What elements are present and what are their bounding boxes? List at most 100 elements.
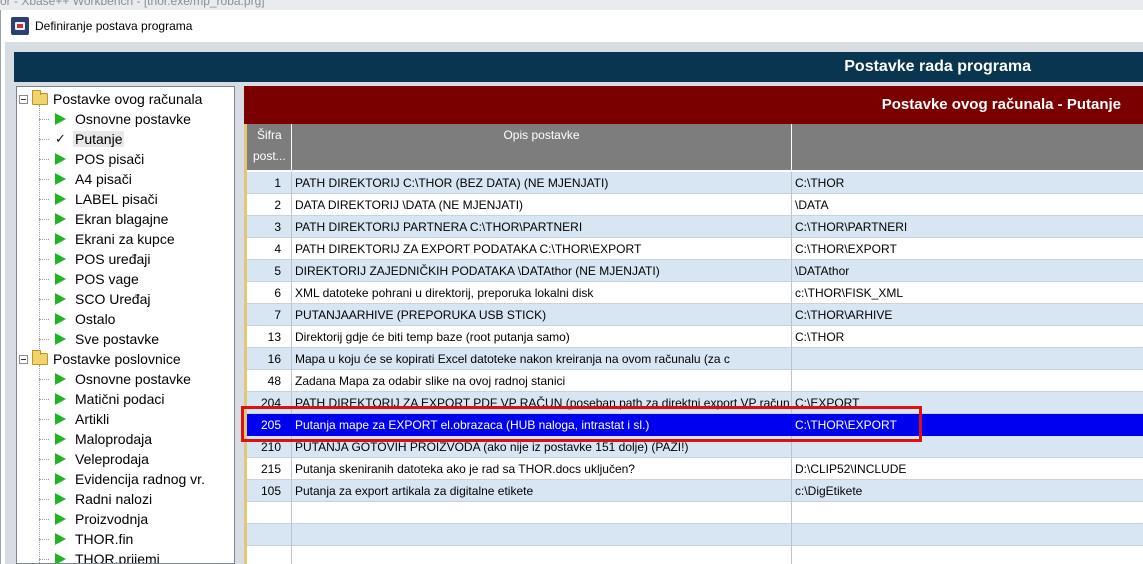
row-code-cell[interactable]: 13 xyxy=(247,326,292,348)
tree-item[interactable]: POS pisači xyxy=(55,149,146,169)
row-code-cell[interactable]: 1 xyxy=(247,172,292,194)
empty-cell[interactable] xyxy=(247,502,292,524)
row-description-cell[interactable]: PATH DIREKTORIJ ZA EXPORT PODATAKA C:\TH… xyxy=(292,238,792,260)
table-row[interactable]: 3 PATH DIREKTORIJ PARTNERA C:\THOR\PARTNE… xyxy=(247,216,1143,238)
row-description-cell[interactable]: PATH DIREKTORIJ C:\THOR (BEZ DATA) (NE M… xyxy=(292,172,792,194)
table-row[interactable]: 1 PATH DIREKTORIJ C:\THOR (BEZ DATA) (NE … xyxy=(247,172,1143,194)
row-value-cell[interactable] xyxy=(792,348,1143,370)
row-code-cell[interactable]: 204 xyxy=(247,392,292,414)
tree-item[interactable]: POS uređaji xyxy=(55,249,152,269)
tree-item[interactable]: A4 pisači xyxy=(55,169,134,189)
row-description-cell[interactable]: Direktorij gdje će biti temp baze (root … xyxy=(292,326,792,348)
row-code-cell[interactable]: 6 xyxy=(247,282,292,304)
row-value-cell[interactable] xyxy=(792,370,1143,392)
row-code-cell[interactable]: 210 xyxy=(247,436,292,458)
row-description-cell[interactable]: Mapa u koju će se kopirati Excel datotek… xyxy=(292,348,792,370)
table-row-empty[interactable] xyxy=(247,546,1143,564)
row-value-cell[interactable] xyxy=(792,436,1143,458)
row-description-cell[interactable]: DATA DIREKTORIJ \DATA (NE MJENJATI) xyxy=(292,194,792,216)
collapse-toggle-icon[interactable] xyxy=(19,94,28,104)
tree-item[interactable]: SCO Uređaj xyxy=(55,289,152,309)
empty-cell[interactable] xyxy=(792,502,1143,524)
tree-item[interactable]: Sve postavke xyxy=(55,329,161,349)
row-description-cell[interactable]: PUTANJAARHIVE (PREPORUKA USB STICK) xyxy=(292,304,792,326)
tree-item[interactable]: Proizvodnja xyxy=(55,509,150,529)
tree-item[interactable]: THOR.prijemi xyxy=(55,549,162,563)
row-value-cell[interactable]: c:\THOR\FISK_XML xyxy=(792,282,1143,304)
tree-item[interactable]: Matični podaci xyxy=(55,389,167,409)
tree-item[interactable]: Osnovne postavke xyxy=(55,369,193,389)
row-value-cell[interactable]: C:\THOR\ARHIVE xyxy=(792,304,1143,326)
tree-item[interactable]: Ekrani za kupce xyxy=(55,229,177,249)
row-value-cell[interactable]: c:\DigEtikete xyxy=(792,480,1143,502)
row-description-cell[interactable]: Putanja za export artikala za digitalne … xyxy=(292,480,792,502)
row-code-cell[interactable]: 4 xyxy=(247,238,292,260)
tree-item[interactable]: Ekran blagajne xyxy=(55,209,170,229)
window-titlebar[interactable]: Definiranje postava programa xyxy=(1,10,1143,42)
settings-table[interactable]: Šifra post... Opis postavke 1 PATH DIREKT… xyxy=(244,124,1143,564)
table-row[interactable]: 13 Direktorij gdje će biti temp baze (roo… xyxy=(247,326,1143,348)
empty-cell[interactable] xyxy=(792,524,1143,546)
table-row-selected[interactable]: 205 Putanja mape za EXPORT el.obrazaca (H… xyxy=(247,414,1143,436)
tree-item[interactable]: Radni nalozi xyxy=(55,489,154,509)
row-code-cell[interactable]: 205 xyxy=(247,414,292,436)
table-row[interactable]: 5 DIREKTORIJ ZAJEDNIČKIH PODATAKA \DATAth… xyxy=(247,260,1143,282)
row-description-cell[interactable]: PUTANJA GOTOVIH PROIZVODA (ako nije iz p… xyxy=(292,436,792,458)
settings-tree[interactable]: Postavke ovog računala Osnovne postavke ✓ P… xyxy=(16,86,235,564)
row-description-cell[interactable]: XML datoteke pohrani u direktorij, prepo… xyxy=(292,282,792,304)
row-code-cell[interactable]: 2 xyxy=(247,194,292,216)
row-description-cell[interactable]: Zadana Mapa za odabir slike na ovoj radn… xyxy=(292,370,792,392)
empty-cell[interactable] xyxy=(247,546,292,564)
empty-cell[interactable] xyxy=(292,546,792,564)
empty-cell[interactable] xyxy=(247,524,292,546)
row-description-cell[interactable]: DIREKTORIJ ZAJEDNIČKIH PODATAKA \DATAtho… xyxy=(292,260,792,282)
row-value-cell[interactable]: C:\THOR xyxy=(792,172,1143,194)
row-code-cell[interactable]: 215 xyxy=(247,458,292,480)
tree-item[interactable]: Osnovne postavke xyxy=(55,109,193,129)
table-row[interactable]: 4 PATH DIREKTORIJ ZA EXPORT PODATAKA C:\T… xyxy=(247,238,1143,260)
row-description-cell[interactable]: PATH DIREKTORIJ PARTNERA C:\THOR\PARTNER… xyxy=(292,216,792,238)
table-row-empty[interactable] xyxy=(247,502,1143,524)
table-row[interactable]: 16 Mapa u koju će se kopirati Excel datot… xyxy=(247,348,1143,370)
collapse-toggle-icon[interactable] xyxy=(19,354,28,364)
table-row[interactable]: 204 PATH DIREKTORIJ ZA EXPORT PDF VP RAČU… xyxy=(247,392,1143,414)
empty-cell[interactable] xyxy=(292,524,792,546)
tree-item[interactable]: Evidencija radnog vr. xyxy=(55,469,207,489)
row-description-cell[interactable]: Putanja mape za EXPORT el.obrazaca (HUB … xyxy=(292,414,792,436)
column-header-value[interactable] xyxy=(792,124,1143,170)
row-value-cell[interactable]: \DATAthor xyxy=(792,260,1143,282)
table-row-empty[interactable] xyxy=(247,524,1143,546)
column-header-description[interactable]: Opis postavke xyxy=(292,124,792,170)
table-row[interactable]: 210 PUTANJA GOTOVIH PROIZVODA (ako nije i… xyxy=(247,436,1143,458)
tree-item[interactable]: Maloprodaja xyxy=(55,429,154,449)
tree-item[interactable]: POS vage xyxy=(55,269,141,289)
tree-item[interactable]: Veleprodaja xyxy=(55,449,151,469)
row-value-cell[interactable]: C:\THOR xyxy=(792,326,1143,348)
table-row[interactable]: 6 XML datoteke pohrani u direktorij, prep… xyxy=(247,282,1143,304)
table-row[interactable]: 48 Zadana Mapa za odabir slike na ovoj ra… xyxy=(247,370,1143,392)
empty-cell[interactable] xyxy=(792,546,1143,564)
tree-item[interactable]: LABEL pisači xyxy=(55,189,160,209)
table-row[interactable]: 2 DATA DIREKTORIJ \DATA (NE MJENJATI) \DAT… xyxy=(247,194,1143,216)
table-row[interactable]: 215 Putanja skeniranih datoteka ako je ra… xyxy=(247,458,1143,480)
tree-item[interactable]: Ostalo xyxy=(55,309,117,329)
row-value-cell[interactable]: \DATA xyxy=(792,194,1143,216)
tree-item[interactable]: ✓ Putanje xyxy=(55,129,125,149)
row-code-cell[interactable]: 105 xyxy=(247,480,292,502)
row-code-cell[interactable]: 3 xyxy=(247,216,292,238)
row-value-cell[interactable]: C:\EXPORT xyxy=(792,392,1143,414)
table-row[interactable]: 7 PUTANJAARHIVE (PREPORUKA USB STICK) C:\T… xyxy=(247,304,1143,326)
row-value-cell[interactable]: C:\THOR\EXPORT xyxy=(792,238,1143,260)
row-code-cell[interactable]: 5 xyxy=(247,260,292,282)
row-description-cell[interactable]: PATH DIREKTORIJ ZA EXPORT PDF VP RAČUN (… xyxy=(292,392,792,414)
row-description-cell[interactable]: Putanja skeniranih datoteka ako je rad s… xyxy=(292,458,792,480)
row-code-cell[interactable]: 7 xyxy=(247,304,292,326)
tree-item[interactable]: Artikli xyxy=(55,409,111,429)
row-value-cell[interactable]: D:\CLIP52\INCLUDE xyxy=(792,458,1143,480)
column-header-code[interactable]: Šifra post... xyxy=(247,124,292,170)
row-value-cell[interactable]: C:\THOR\EXPORT xyxy=(792,414,1143,436)
empty-cell[interactable] xyxy=(292,502,792,524)
row-code-cell[interactable]: 16 xyxy=(247,348,292,370)
row-value-cell[interactable]: C:\THOR\PARTNERI xyxy=(792,216,1143,238)
table-row[interactable]: 105 Putanja za export artikala za digital… xyxy=(247,480,1143,502)
